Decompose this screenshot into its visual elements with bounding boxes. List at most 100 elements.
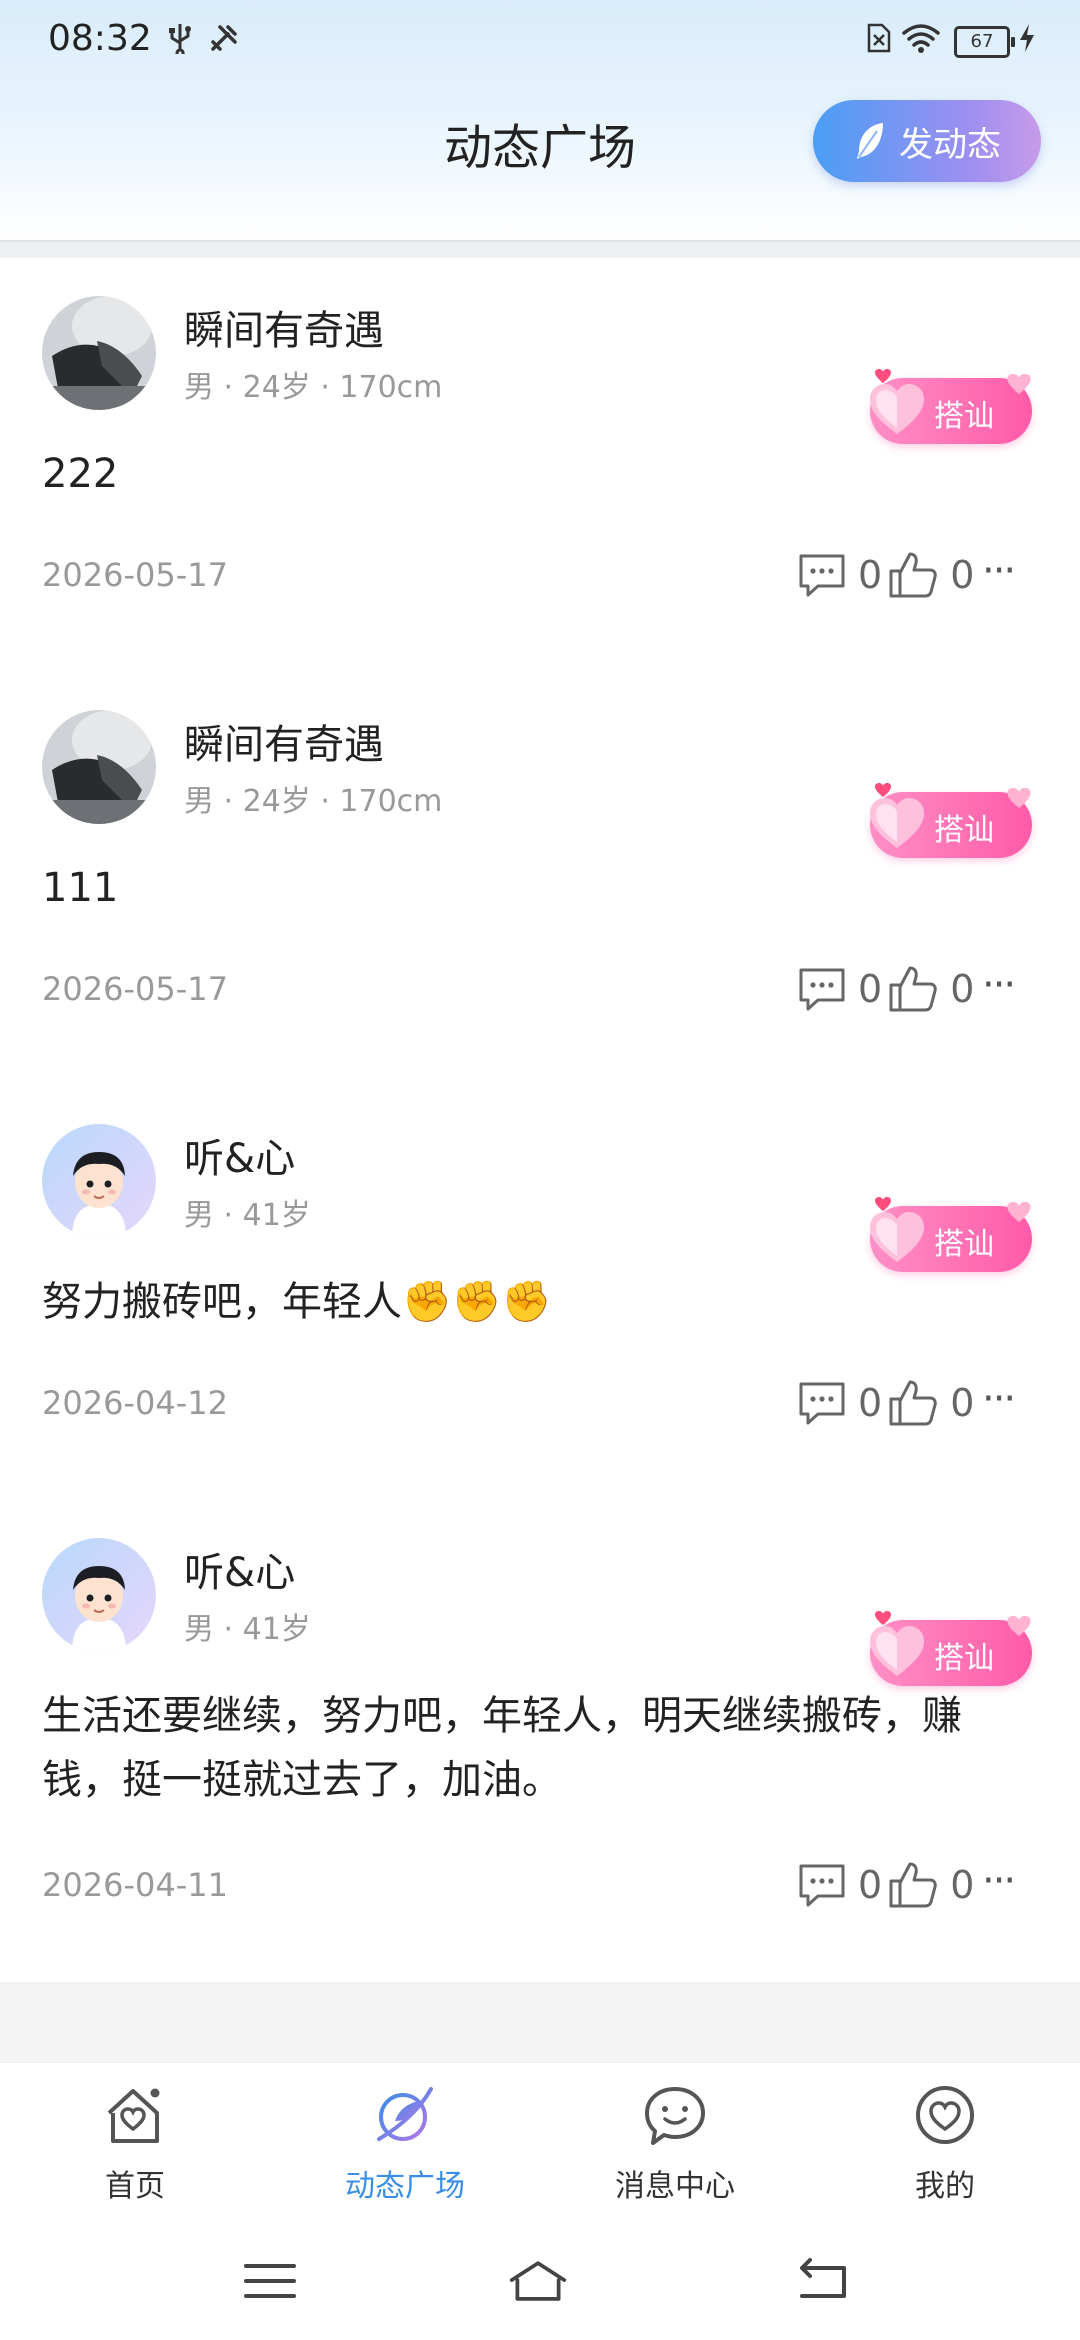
like-icon[interactable] <box>888 1379 938 1427</box>
header: 08:32 67 动态广场 发动态 <box>0 0 1080 240</box>
user-meta: 男 · 24岁 · 170cm <box>184 370 443 405</box>
tab-home[interactable]: 首页 <box>0 2063 270 2213</box>
post-actions: 0 0 <box>798 550 980 600</box>
tab-label: 消息中心 <box>615 2169 735 2204</box>
home-icon[interactable] <box>508 2256 568 2306</box>
flirt-label: 搭讪 <box>934 1227 994 1262</box>
flirt-button[interactable]: 搭讪 <box>870 1611 1032 1686</box>
post-date: 2026-05-17 <box>42 970 228 1008</box>
comment-icon[interactable] <box>798 553 846 597</box>
post-content: 222 <box>42 451 119 497</box>
more-options-icon[interactable]: ··· <box>982 548 1016 594</box>
feather-icon <box>857 123 883 159</box>
flirt-label: 搭讪 <box>934 1641 994 1676</box>
small-heart-icon <box>875 1611 891 1625</box>
feed-post[interactable]: 听&心 男 · 41岁 搭讪 努力搬砖吧，年轻人✊✊✊ 2026-04-12 0… <box>0 1086 1080 1500</box>
like-count: 0 <box>950 967 975 1011</box>
back-icon[interactable] <box>792 2256 852 2306</box>
like-icon[interactable] <box>888 551 938 599</box>
comment-icon[interactable] <box>798 1381 846 1425</box>
more-options-icon[interactable]: ··· <box>982 962 1016 1008</box>
status-time: 08:32 <box>48 18 152 59</box>
flirt-button[interactable]: 搭讪 <box>870 369 1032 444</box>
sim-off-icon <box>866 22 892 62</box>
post-date: 2026-04-11 <box>42 1866 228 1904</box>
post-actions: 0 0 <box>798 1860 980 1910</box>
comment-icon[interactable] <box>798 967 846 1011</box>
username[interactable]: 听&心 <box>184 1126 295 1184</box>
tab-label: 我的 <box>915 2169 975 2204</box>
avatar[interactable] <box>42 1124 156 1238</box>
post-date: 2026-04-12 <box>42 1384 228 1422</box>
username[interactable]: 听&心 <box>184 1540 295 1598</box>
comment-count: 0 <box>858 1381 883 1425</box>
system-nav-bar <box>0 2212 1080 2340</box>
flirt-label: 搭讪 <box>934 399 994 434</box>
avatar[interactable] <box>42 710 156 824</box>
comment-icon[interactable] <box>798 1863 846 1907</box>
home-heart-icon <box>107 2088 160 2143</box>
username[interactable]: 瞬间有奇遇 <box>184 712 384 770</box>
post-content: 努力搬砖吧，年轻人✊✊✊ <box>42 1279 552 1325</box>
tab-messages[interactable]: 消息中心 <box>540 2063 810 2213</box>
tools-icon <box>208 22 240 62</box>
flirt-button[interactable]: 搭讪 <box>870 783 1032 858</box>
small-heart-icon <box>875 369 891 383</box>
heart-icon <box>870 1626 924 1676</box>
small-heart-icon <box>1007 787 1031 809</box>
feed-bottom-spacer <box>0 1982 1080 2062</box>
feed-post[interactable]: 瞬间有奇遇 男 · 24岁 · 170cm 搭讪 111 2026-05-17 … <box>0 672 1080 1086</box>
username[interactable]: 瞬间有奇遇 <box>184 298 384 356</box>
profile-heart-icon <box>916 2086 974 2144</box>
comment-count: 0 <box>858 1863 883 1907</box>
like-count: 0 <box>950 1381 975 1425</box>
flirt-label: 搭讪 <box>934 813 994 848</box>
usb-icon <box>166 22 194 62</box>
bottom-tab-bar: 首页 动态广场 消息中心 我的 <box>0 2062 1080 2213</box>
more-options-icon[interactable]: ··· <box>982 1376 1016 1422</box>
tab-label: 首页 <box>105 2169 165 2204</box>
feed-post[interactable]: 听&心 男 · 41岁 搭讪 生活还要继续，努力吧，年轻人，明天继续搬砖，赚钱，… <box>0 1500 1080 1982</box>
post-actions: 0 0 <box>798 964 980 1014</box>
like-icon[interactable] <box>888 965 938 1013</box>
post-content: 生活还要继续，努力吧，年轻人，明天继续搬砖，赚钱，挺一挺就过去了，加油。 <box>42 1693 962 1803</box>
tab-label: 动态广场 <box>345 2169 465 2204</box>
more-options-icon[interactable]: ··· <box>982 1858 1016 1904</box>
moments-feed[interactable]: 瞬间有奇遇 男 · 24岁 · 170cm 搭讪 222 2026-05-17 … <box>0 258 1080 1982</box>
header-divider <box>0 240 1080 258</box>
feed-post[interactable]: 瞬间有奇遇 男 · 24岁 · 170cm 搭讪 222 2026-05-17 … <box>0 258 1080 672</box>
small-heart-icon <box>875 783 891 797</box>
comment-count: 0 <box>858 553 883 597</box>
small-heart-icon <box>1007 1615 1031 1637</box>
like-count: 0 <box>950 1863 975 1907</box>
like-count: 0 <box>950 553 975 597</box>
like-icon[interactable] <box>888 1861 938 1909</box>
tab-moments[interactable]: 动态广场 <box>270 2063 540 2213</box>
user-meta: 男 · 24岁 · 170cm <box>184 784 443 819</box>
small-heart-icon <box>1007 1201 1031 1223</box>
small-heart-icon <box>1007 373 1031 395</box>
heart-icon <box>870 1212 924 1262</box>
comment-count: 0 <box>858 967 883 1011</box>
flirt-button[interactable]: 搭讪 <box>870 1197 1032 1272</box>
post-moment-button[interactable]: 发动态 <box>813 100 1041 182</box>
tab-profile[interactable]: 我的 <box>810 2063 1080 2213</box>
user-meta: 男 · 41岁 <box>184 1612 311 1647</box>
charging-icon <box>1018 22 1036 62</box>
post-moment-label: 发动态 <box>899 124 1001 165</box>
avatar[interactable] <box>42 296 156 410</box>
chat-bubble-icon <box>645 2087 705 2145</box>
battery-indicator: 67 <box>954 26 1015 58</box>
feather-planet-icon <box>377 2087 433 2141</box>
post-date: 2026-05-17 <box>42 556 228 594</box>
wifi-icon <box>902 22 940 62</box>
avatar[interactable] <box>42 1538 156 1652</box>
menu-icon[interactable] <box>240 2256 300 2306</box>
heart-icon <box>870 798 924 848</box>
user-meta: 男 · 41岁 <box>184 1198 311 1233</box>
heart-icon <box>870 384 924 434</box>
status-bar: 08:32 67 <box>0 0 1080 84</box>
post-actions: 0 0 <box>798 1378 980 1428</box>
post-content: 111 <box>42 865 119 911</box>
small-heart-icon <box>875 1197 891 1211</box>
